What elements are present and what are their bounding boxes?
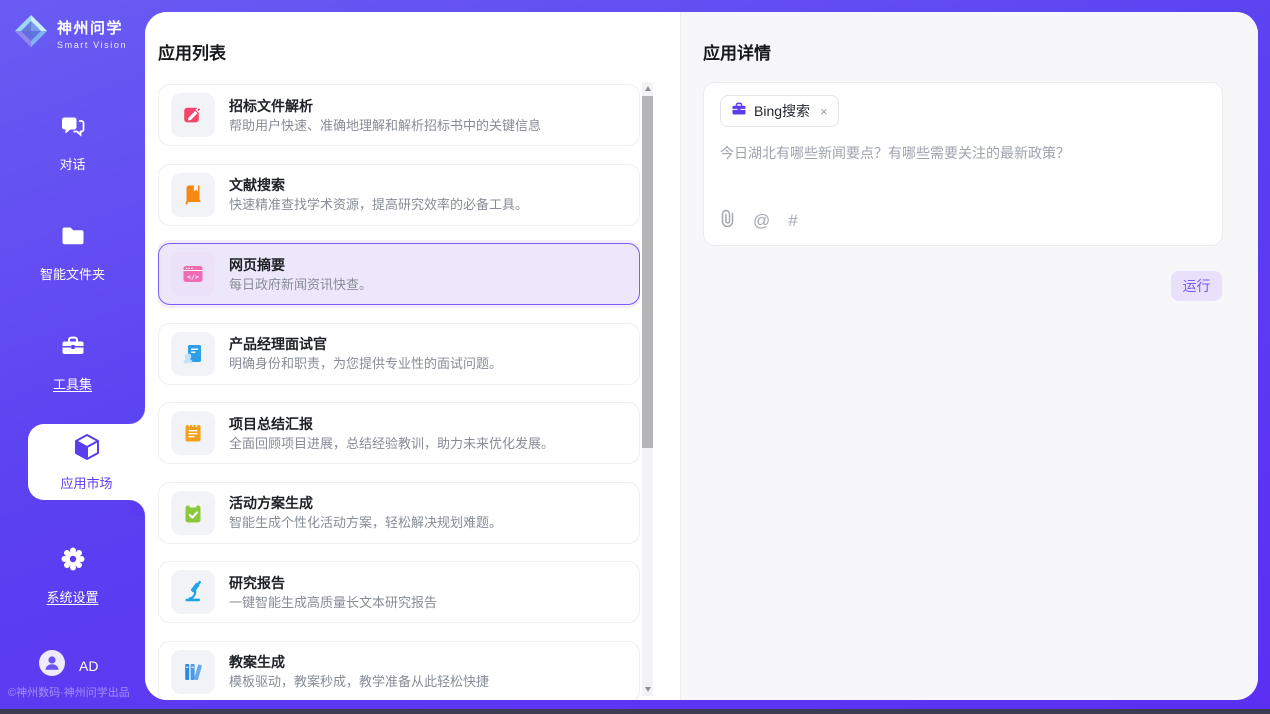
sidebar-item-label: 对话 (59, 154, 85, 173)
active-tab-notch-top (129, 408, 145, 424)
app-card[interactable]: 产品经理面试官明确身份和职责，为您提供专业性的面试问题。 (158, 323, 640, 385)
app-card[interactable]: 招标文件解析帮助用户快速、准确地理解和解析招标书中的关键信息 (158, 84, 640, 146)
run-button[interactable]: 运行 (1171, 271, 1222, 301)
paperclip-icon[interactable] (720, 209, 735, 232)
window-bottom-edge (0, 709, 1270, 714)
app-list-title: 应用列表 (158, 39, 226, 64)
user-label: AD (79, 658, 98, 674)
user-account[interactable]: AD (39, 650, 98, 681)
sidebar-item-smart-folder[interactable]: 智能文件夹 (0, 222, 145, 283)
chat-icon (59, 112, 87, 145)
avatar (39, 650, 65, 681)
browser-code-icon: </> (171, 252, 215, 296)
copyright-text: ©神州数码·神州问学出品 (8, 684, 130, 700)
sidebar: 神州问学 Smart Vision 对话 智能文件夹 (0, 0, 145, 714)
app-card-title: 教案生成 (229, 655, 489, 669)
query-card: Bing搜索 × @ # (703, 82, 1223, 246)
app-card[interactable]: 教案生成模板驱动，教案秒成，教学准备从此轻松快捷 (158, 641, 640, 701)
active-tab-notch-bottom (129, 500, 145, 516)
microscope-icon (171, 570, 215, 614)
app-card-description: 快速精准查找学术资源，提高研究效率的必备工具。 (229, 198, 528, 211)
app-card[interactable]: 研究报告一键智能生成高质量长文本研究报告 (158, 561, 640, 623)
scrollbar-thumb[interactable] (642, 96, 653, 448)
app-card-description: 一键智能生成高质量长文本研究报告 (229, 596, 437, 609)
app-card-title: 项目总结汇报 (229, 417, 554, 431)
sidebar-item-label: 应用市场 (60, 473, 112, 492)
app-card[interactable]: 活动方案生成智能生成个性化活动方案，轻松解决规划难题。 (158, 482, 640, 544)
app-card-title: 招标文件解析 (229, 99, 541, 113)
tool-tag-bing-search[interactable]: Bing搜索 × (720, 95, 839, 127)
brand-name: 神州问学 (57, 17, 127, 38)
svg-text:</>: </> (187, 273, 199, 281)
hash-icon[interactable]: # (788, 212, 797, 229)
sidebar-item-toolset[interactable]: 工具集 (0, 332, 145, 393)
app-card-title: 文献搜索 (229, 178, 528, 192)
brand-logo: 神州问学 Smart Vision (13, 13, 127, 54)
app-card-description: 帮助用户快速、准确地理解和解析招标书中的关键信息 (229, 119, 541, 132)
cube-icon (72, 432, 102, 467)
app-card-title: 活动方案生成 (229, 496, 502, 510)
app-card[interactable]: </> 网页摘要每日政府新闻资讯快查。 (158, 243, 640, 305)
at-mention-icon[interactable]: @ (753, 212, 770, 229)
tag-close-icon[interactable]: × (820, 104, 828, 119)
book-icon (171, 173, 215, 217)
app-list-scrollbar[interactable] (642, 82, 653, 696)
folder-icon (59, 222, 87, 255)
books-icon (171, 650, 215, 694)
briefcase-icon (731, 101, 747, 122)
edit-square-icon (171, 93, 215, 137)
clipboard-check-icon (171, 491, 215, 535)
app-card-title: 网页摘要 (229, 258, 372, 272)
notepad-icon (171, 411, 215, 455)
app-card[interactable]: 项目总结汇报全面回顾项目进展，总结经验教训，助力未来优化发展。 (158, 402, 640, 464)
attachment-toolbar: @ # (720, 209, 798, 232)
sidebar-item-settings[interactable]: 系统设置 (0, 545, 145, 606)
diamond-logo-icon (13, 13, 49, 54)
query-input[interactable] (720, 143, 1204, 201)
sidebar-item-app-market-active[interactable]: 应用市场 (28, 424, 145, 500)
app-card-description: 每日政府新闻资讯快查。 (229, 278, 372, 291)
app-card-description: 智能生成个性化活动方案，轻松解决规划难题。 (229, 516, 502, 529)
app-detail-pane: 应用详情 Bing搜索 × (680, 12, 1258, 700)
gear-icon (59, 545, 87, 578)
toolbox-icon (59, 332, 87, 365)
app-card-description: 全面回顾项目进展，总结经验教训，助力未来优化发展。 (229, 437, 554, 450)
app-card-title: 产品经理面试官 (229, 337, 502, 351)
sidebar-item-chat[interactable]: 对话 (0, 112, 145, 173)
app-card-title: 研究报告 (229, 576, 437, 590)
sidebar-item-label: 工具集 (53, 374, 92, 393)
app-detail-title: 应用详情 (703, 39, 771, 64)
sidebar-item-label: 智能文件夹 (40, 264, 105, 283)
scrollbar-up-arrow-icon[interactable] (645, 86, 651, 91)
app-card-description: 明确身份和职责，为您提供专业性的面试问题。 (229, 357, 502, 370)
scrollbar-down-arrow-icon[interactable] (645, 687, 651, 692)
app-card-description: 模板驱动，教案秒成，教学准备从此轻松快捷 (229, 675, 489, 688)
app-list-pane: 应用列表 招标文件解析帮助用户快速、准确地理解和解析招标书中的关键信息文献搜索快… (145, 12, 680, 700)
main-container: 应用列表 招标文件解析帮助用户快速、准确地理解和解析招标书中的关键信息文献搜索快… (145, 12, 1258, 700)
app-card[interactable]: 文献搜索快速精准查找学术资源，提高研究效率的必备工具。 (158, 164, 640, 226)
tool-tag-label: Bing搜索 (754, 101, 810, 121)
sidebar-item-label: 系统设置 (46, 587, 98, 606)
app-list: 招标文件解析帮助用户快速、准确地理解和解析招标书中的关键信息文献搜索快速精准查找… (158, 82, 640, 700)
brand-tagline: Smart Vision (57, 40, 127, 50)
person-doc-icon (171, 332, 215, 376)
